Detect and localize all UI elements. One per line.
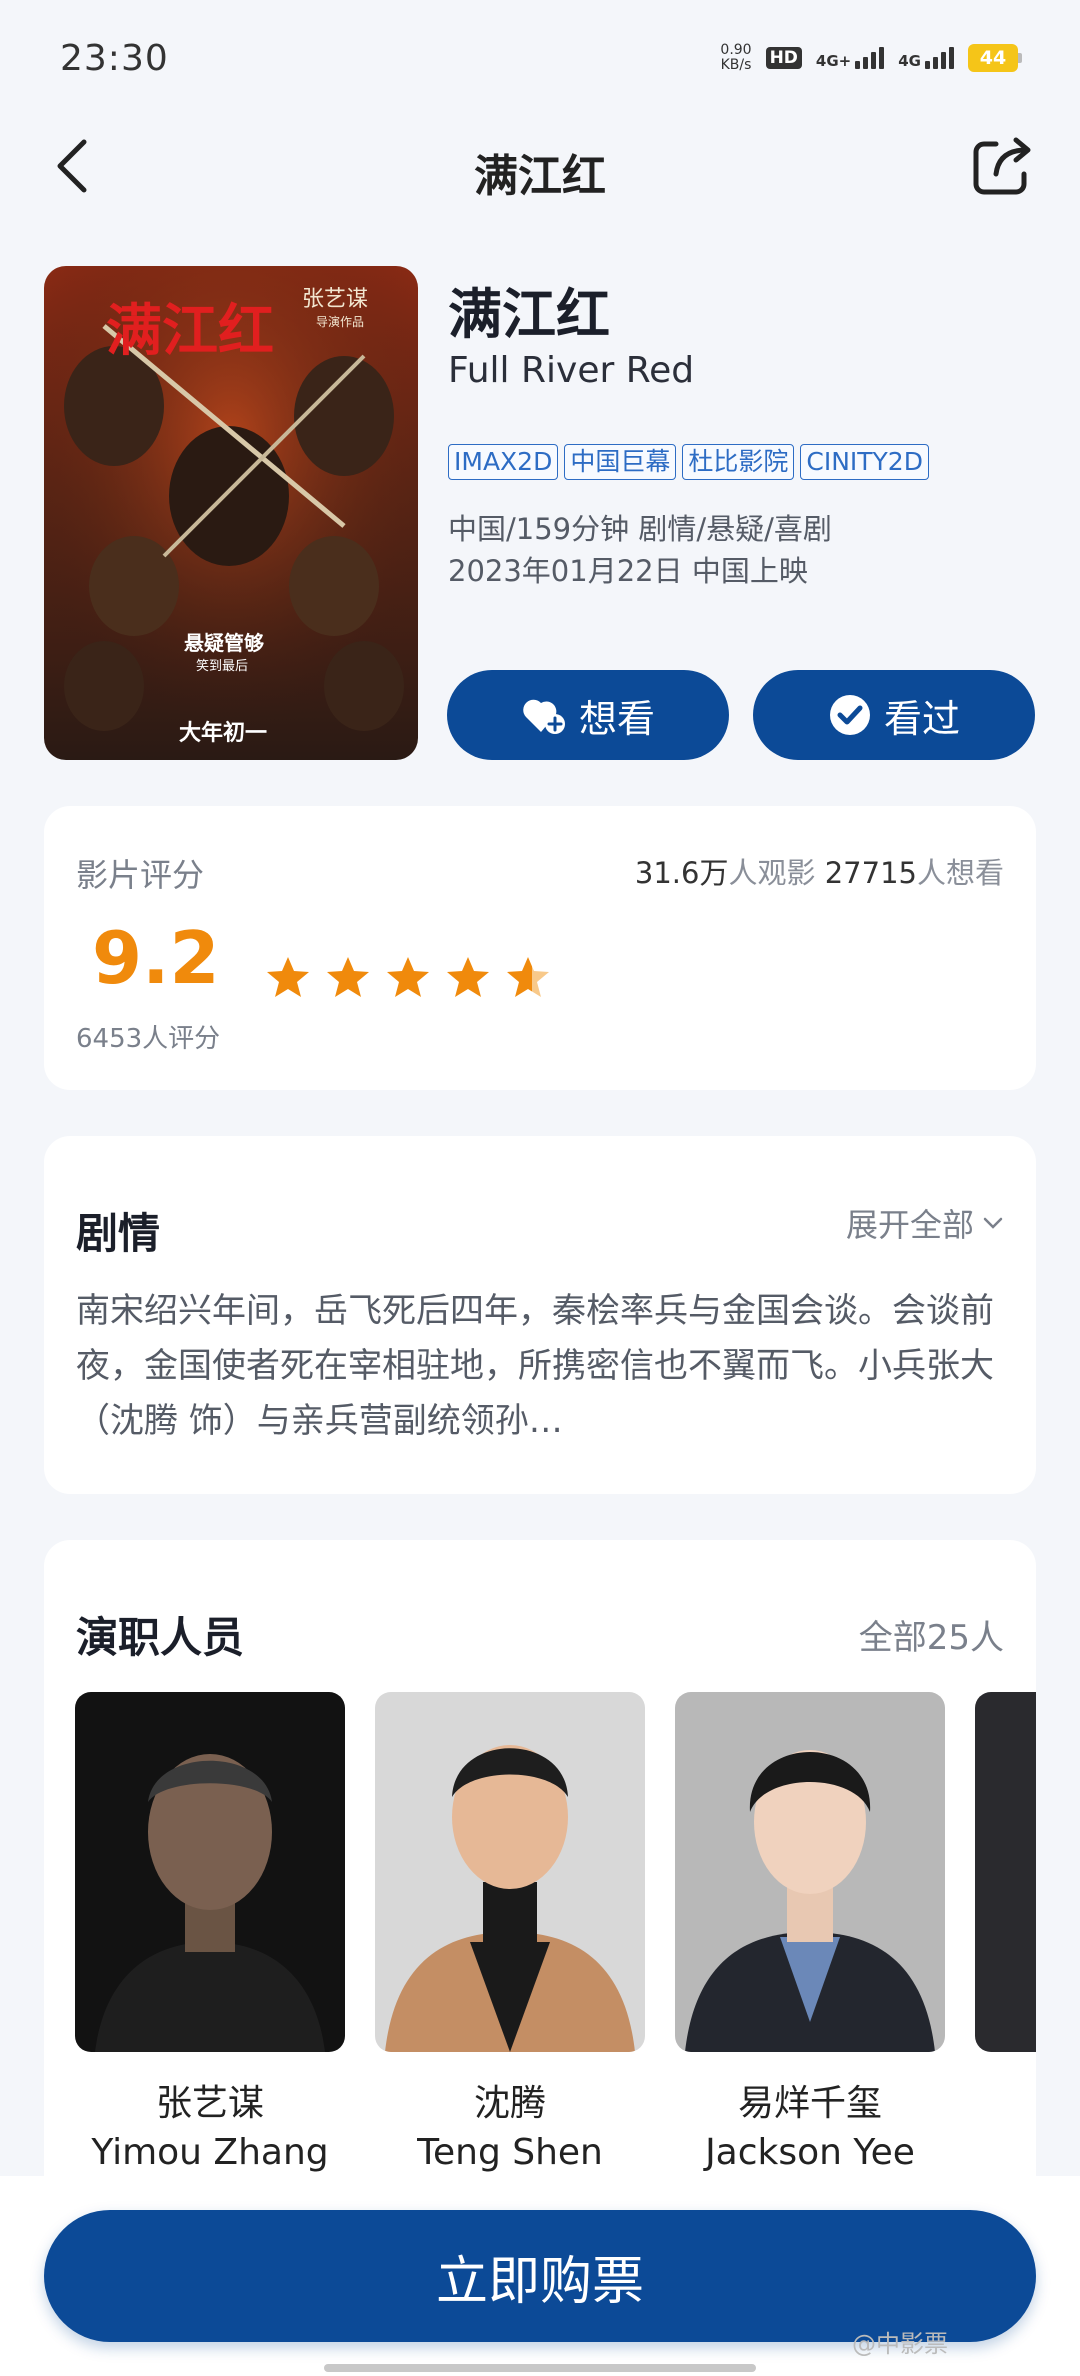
star-icon [267,957,309,997]
bottom-bar: 立即购票 @中影票 [0,2176,1080,2376]
watermark: @中影票 [852,2330,948,2358]
cast-name-cn: 张艺谋 [155,2083,264,2124]
watched-text: 人观影 [728,856,816,890]
cast-name-en: Y [975,2074,1036,2115]
star-icon [447,957,489,997]
want-to-see-label: 想看 [578,696,655,741]
battery-icon: 44 [968,44,1022,72]
signal-label-sim2: 4G [898,52,921,70]
tag-cinity2d: CINITY2D [800,444,929,480]
signal-icon-sim2: 4G [898,47,954,69]
poster-tagline: 悬疑管够 [184,631,264,655]
status-icons: 0.90 KB/s HD 4G+ 4G 44 [720,43,1022,73]
poster-title: 满江红 [106,298,274,364]
tag-imax2d: IMAX2D [448,444,559,480]
poster-release: 大年初一 [179,720,267,746]
cast-title: 演职人员 [76,1613,245,1662]
format-tags: IMAX2D 中国巨幕 杜比影院 CINITY2D [448,444,929,480]
status-time: 23:30 [60,37,169,79]
hd-icon: HD [765,47,802,69]
rating-score: 9.2 [92,916,220,1000]
poster-director: 张艺谋 [302,287,368,312]
cast-all-button[interactable]: 全部25人 [859,1610,1004,1659]
poster-tagline-sub: 笑到最后 [196,658,248,674]
rating-stars [264,954,552,1002]
movie-poster[interactable]: 满江红 张艺谋 导演作品 悬疑管够 笑到最后 大年初一 [44,266,418,760]
cast-photo [675,1692,945,2052]
heart-plus-icon [523,699,565,734]
movie-title-cn: 满江红 [448,283,610,346]
movie-meta-release: 2023年01月22日 中国上映 [448,554,808,588]
cast-member[interactable]: 沈腾 Teng Shen [375,1692,645,2173]
movie-meta-genre: 中国/159分钟 剧情/悬疑/喜剧 [448,512,832,546]
want-count: 27715 [824,856,917,890]
buy-ticket-button[interactable]: 立即购票 [44,2210,1036,2342]
poster-director-sub: 导演作品 [316,314,364,329]
rating-card: 影片评分 31.6万人观影 27715人想看 9.2 6453人评分 [44,806,1036,1090]
signal-icon-sim1: 4G+ [815,47,885,70]
cast-photo [975,1692,1036,2052]
expand-all-label: 展开全部 [845,1206,974,1244]
network-speed-unit: KB/s [720,57,752,73]
movie-header: 满江红 张艺谋 导演作品 悬疑管够 笑到最后 大年初一 满江红 Full Riv… [0,240,1080,770]
seen-button[interactable]: 看过 [753,670,1035,760]
home-indicator[interactable] [324,2364,756,2372]
cast-name-en: Jackson Yee [705,2132,915,2173]
star-icon [387,957,429,997]
watched-count: 31.6万 [634,856,729,890]
star-icon [327,957,369,997]
plot-title: 剧情 [76,1209,161,1258]
expand-all-button[interactable]: 展开全部 [846,1200,1004,1246]
tag-dolby-cinema: 杜比影院 [682,444,795,480]
cast-name-en: Yimou Zhang [91,2132,329,2173]
plot-card: 剧情 展开全部 南宋绍兴年间，岳飞死后四年，秦桧率兵与金国会谈。会谈前夜，金国使… [44,1136,1036,1494]
cast-photo [375,1692,645,2052]
cast-name-en: Teng Shen [417,2132,603,2173]
plot-synopsis[interactable]: 南宋绍兴年间，岳飞死后四年，秦桧率兵与金国会谈。会谈前夜，金国使者死在宰相驻地，… [76,1284,1006,1449]
cast-member[interactable]: Y [975,1692,1036,2173]
cast-photo [75,1692,345,2052]
chevron-down-icon [983,1217,1003,1229]
rating-label: 影片评分 [76,856,205,894]
half-star-icon [507,957,549,997]
signal-label-sim1: 4G+ [815,52,852,70]
cast-member[interactable]: 易烊千玺 Jackson Yee [675,1692,945,2173]
movie-title-en: Full River Red [448,350,695,391]
cast-member[interactable]: 张艺谋 Yimou Zhang [75,1692,345,2173]
nav-bar: 满江红 [0,116,1080,216]
rating-count: 6453人评分 [76,1024,221,1054]
want-text: 人想看 [916,856,1004,890]
page-title: 满江红 [474,151,606,202]
seen-label: 看过 [883,696,960,741]
want-to-see-button[interactable]: 想看 [447,670,729,760]
network-speed-value: 0.90 [720,42,752,58]
cast-name-cn: 沈腾 [473,2083,546,2124]
share-icon[interactable] [966,130,1038,202]
tag-china-giant-screen: 中国巨幕 [564,444,677,480]
rating-stats: 31.6万人观影 27715人想看 [635,850,1004,892]
cast-name-cn: 易烊千玺 [737,2083,882,2124]
network-speed: 0.90 KB/s [720,43,751,73]
battery-level: 44 [968,44,1018,72]
check-eye-icon [829,695,870,735]
cast-list: 张艺谋 Yimou Zhang 沈腾 Teng Shen 易烊千玺 Jackso… [75,1692,1036,2173]
status-bar: 23:30 0.90 KB/s HD 4G+ 4G 44 [0,0,1080,116]
